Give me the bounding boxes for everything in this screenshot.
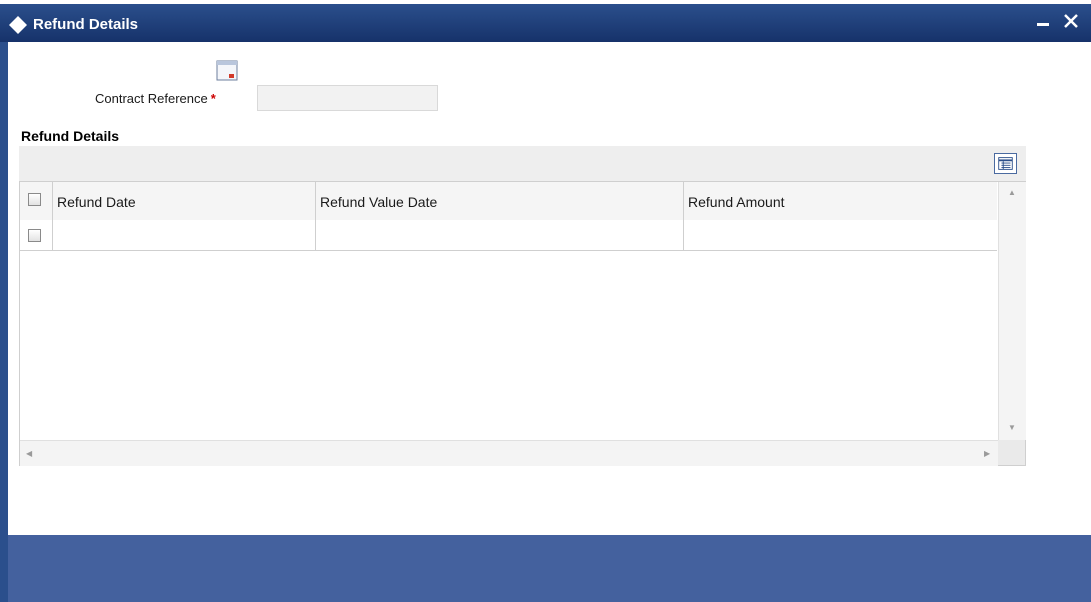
- column-divider: [683, 182, 684, 220]
- table-row[interactable]: [20, 220, 997, 251]
- column-divider: [315, 220, 316, 250]
- grid-header-row: Refund Date Refund Value Date Refund Amo…: [20, 182, 997, 221]
- column-header-refund-date[interactable]: Refund Date: [57, 194, 136, 210]
- column-header-refund-amount[interactable]: Refund Amount: [688, 194, 785, 210]
- scroll-down-icon[interactable]: ▼: [1008, 423, 1016, 432]
- footer-bar: [8, 535, 1091, 602]
- select-all-checkbox[interactable]: [28, 193, 41, 206]
- column-divider: [315, 182, 316, 220]
- column-divider: [52, 220, 53, 250]
- window-title: Refund Details: [33, 16, 139, 33]
- horizontal-scrollbar[interactable]: ◀ ▶: [20, 440, 998, 466]
- required-marker: *: [210, 91, 216, 106]
- scroll-left-icon[interactable]: ◀: [26, 449, 32, 458]
- refund-details-grid: Refund Date Refund Value Date Refund Amo…: [19, 181, 1026, 466]
- section-title: Refund Details: [21, 128, 120, 144]
- scrollbar-corner: [998, 440, 1025, 465]
- column-divider: [52, 182, 53, 220]
- grid-toolbar: [19, 146, 1026, 181]
- grid-view-icon[interactable]: [994, 153, 1017, 174]
- minimize-icon[interactable]: [1037, 23, 1049, 26]
- column-divider: [683, 220, 684, 250]
- contract-reference-label: Contract Reference *: [95, 91, 216, 106]
- lov-launch-icon[interactable]: [216, 60, 240, 82]
- vertical-scrollbar[interactable]: ▲ ▼: [998, 182, 1026, 440]
- close-icon[interactable]: [1062, 12, 1080, 30]
- row-checkbox[interactable]: [28, 229, 41, 242]
- scroll-right-icon[interactable]: ▶: [984, 449, 990, 458]
- diamond-icon: [9, 16, 27, 34]
- scroll-up-icon[interactable]: ▲: [1008, 188, 1016, 197]
- window-left-border: [0, 42, 8, 602]
- contract-reference-input[interactable]: [257, 85, 438, 111]
- window-titlebar: Refund Details: [0, 0, 1091, 42]
- column-header-refund-value-date[interactable]: Refund Value Date: [320, 194, 437, 210]
